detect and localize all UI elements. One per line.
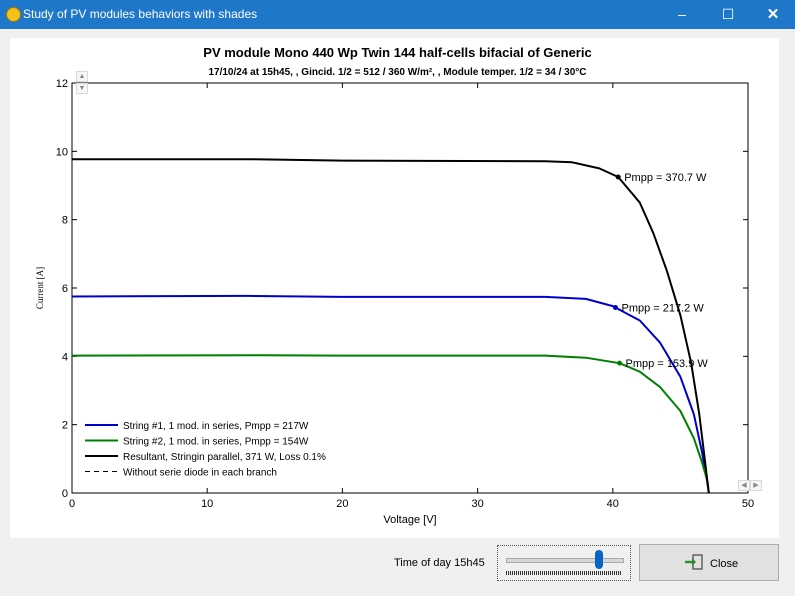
close-button-label: Close — [710, 558, 739, 570]
legend-label-2: String #2, 1 mod. in series, Pmpp = 154W — [123, 437, 309, 448]
x-scroll-right-icon[interactable]: ▶ — [750, 480, 762, 491]
slider-thumb[interactable] — [594, 550, 603, 569]
y-tick-label: 4 — [62, 351, 68, 363]
mpp-marker-2 — [617, 360, 623, 366]
iv-curve-chart: 0 10 20 30 40 50 0 2 4 6 8 10 12 Voltage [V] Curren… — [35, 78, 754, 526]
time-of-day-label: Time of day 15h45 — [394, 557, 485, 569]
y-tick-label: 0 — [62, 488, 68, 500]
series-line-1 — [71, 294, 710, 494]
x-tick-label: 40 — [607, 498, 619, 510]
slider-ticks — [506, 571, 622, 575]
x-tick-label: 0 — [69, 498, 75, 510]
y-scroll-up-icon[interactable]: ▲ — [76, 71, 88, 82]
x-tick-label: 10 — [201, 498, 213, 510]
legend-label-1: String #1, 1 mod. in series, Pmpp = 217W — [123, 421, 309, 432]
close-button[interactable]: Close — [639, 544, 779, 581]
time-slider[interactable] — [497, 545, 631, 581]
y-tick-label: 6 — [62, 283, 68, 295]
x-axis-label: Voltage [V] — [383, 514, 436, 526]
y-axis-label: Current [A] — [35, 267, 45, 309]
y-tick-label: 10 — [56, 146, 68, 158]
mpp-marker-1 — [613, 304, 619, 310]
y-tick-label: 2 — [62, 420, 68, 432]
x-scroll-left-icon[interactable]: ◀ — [738, 480, 750, 491]
mpp-label-1: Pmpp = 217.2 W — [622, 302, 705, 314]
x-tick-label: 20 — [336, 498, 348, 510]
legend-label-3: Resultant, Stringin parallel, 371 W, Los… — [123, 452, 326, 463]
x-tick-label: 50 — [742, 498, 754, 510]
slider-track — [506, 558, 624, 563]
legend: String #1, 1 mod. in series, Pmpp = 217W… — [85, 421, 326, 479]
mpp-layer: Pmpp = 217.2 W Pmpp = 153.9 W Pmpp = 370.7… — [613, 172, 708, 370]
y-tick-label: 8 — [62, 215, 68, 227]
y-tick-label: 12 — [56, 78, 68, 90]
x-tick-label: 30 — [471, 498, 483, 510]
exit-icon — [685, 554, 703, 570]
mpp-label-3: Pmpp = 370.7 W — [624, 172, 707, 184]
mpp-marker-3 — [615, 174, 621, 180]
mpp-label-2: Pmpp = 153.9 W — [626, 358, 709, 370]
y-scroll-down-icon[interactable]: ▼ — [76, 83, 88, 94]
legend-label-4: Without serie diode in each branch — [123, 468, 277, 479]
